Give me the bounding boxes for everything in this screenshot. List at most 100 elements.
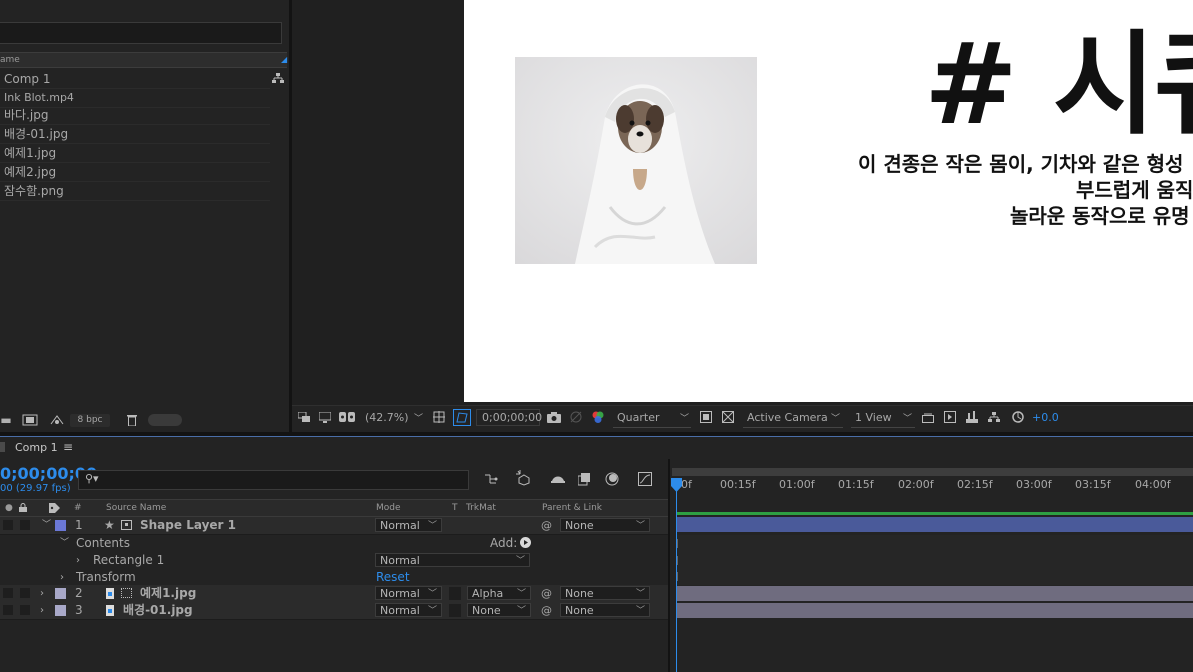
camera-dropdown[interactable]: Active Camera ﹀ <box>743 409 843 428</box>
project-item[interactable]: Comp 1 <box>0 70 270 89</box>
folder-icon[interactable]: ▬ <box>0 413 12 427</box>
playhead-icon[interactable] <box>671 478 682 492</box>
lock-toggle[interactable] <box>20 520 30 530</box>
mask-path-icon[interactable] <box>453 409 471 426</box>
add-property-button[interactable] <box>520 537 531 548</box>
comp-mini-flowchart-icon[interactable] <box>482 471 500 487</box>
comp-flowchart-icon[interactable] <box>987 410 1001 424</box>
blend-mode-dropdown[interactable]: Normal ﹀ <box>375 603 442 617</box>
fit-frame-icon[interactable] <box>432 410 446 424</box>
shape-layer-duration-bar[interactable] <box>677 517 1193 532</box>
pickwhip-icon[interactable]: @ <box>541 585 552 602</box>
layer-name[interactable]: 예제1.jpg <box>140 585 196 602</box>
view-layout-dropdown[interactable]: 1 View ﹀ <box>851 409 915 428</box>
label-color-swatch[interactable] <box>55 520 66 531</box>
source-name-column-header[interactable]: Source Name <box>106 500 166 516</box>
t-column-header[interactable]: T <box>452 500 458 516</box>
project-item[interactable]: 잠수함.png <box>0 182 270 201</box>
bpc-button[interactable]: 8 bpc <box>70 414 110 427</box>
chevron-right-icon[interactable]: › <box>40 585 44 602</box>
layer-name[interactable]: 배경-01.jpg <box>123 602 193 619</box>
interpret-footage-icon[interactable] <box>48 413 66 427</box>
layer-row[interactable]: › 2 예제1.jpg Normal ﹀ Alpha ﹀ @ None ﹀ <box>0 585 668 603</box>
project-item[interactable]: 바다.jpg <box>0 106 270 125</box>
fast-previews-icon[interactable] <box>943 410 957 424</box>
parent-dropdown[interactable]: None ﹀ <box>560 518 650 532</box>
pickwhip-icon[interactable]: @ <box>541 517 552 534</box>
video-toggle[interactable] <box>3 588 13 598</box>
av-features-header-icon[interactable]: ● <box>5 500 13 516</box>
camera-snapshot-icon[interactable] <box>546 410 562 424</box>
track-matte-dropdown[interactable]: Alpha ﹀ <box>467 586 531 600</box>
layer-name[interactable]: Shape Layer 1 <box>140 517 236 534</box>
mask-visibility-icon[interactable] <box>339 410 355 424</box>
project-item[interactable]: 예제2.jpg <box>0 163 270 182</box>
toggle-pixel-aspect-icon[interactable] <box>921 410 935 424</box>
draft-3d-icon[interactable] <box>515 469 533 487</box>
zoom-value[interactable]: (42.7%) <box>365 411 409 424</box>
track-matte-dropdown[interactable]: None ﹀ <box>467 603 531 617</box>
monitor-icon[interactable] <box>318 410 332 424</box>
layer-row[interactable]: ﹀ 1 ★ Shape Layer 1 Normal ﹀ @ None ﹀ <box>0 517 668 535</box>
transparency-grid-icon[interactable] <box>721 410 735 424</box>
always-preview-icon[interactable] <box>297 410 311 424</box>
parent-dropdown[interactable]: None ﹀ <box>560 603 650 617</box>
preserve-transparency-toggle[interactable] <box>449 587 461 600</box>
lock-icon[interactable] <box>19 500 27 518</box>
property-row[interactable]: › Rectangle 1 Normal ﹀ <box>0 552 668 570</box>
blend-mode-dropdown[interactable]: Normal ﹀ <box>375 518 442 532</box>
lock-toggle[interactable] <box>20 605 30 615</box>
frame-blending-icon[interactable] <box>576 471 594 487</box>
preserve-transparency-toggle[interactable] <box>449 604 461 617</box>
timeline-tab[interactable]: Comp 1 <box>15 441 58 454</box>
chevron-right-icon[interactable]: › <box>60 569 64 586</box>
new-comp-icon[interactable] <box>21 413 39 427</box>
resolution-dropdown[interactable]: Quarter ﹀ <box>613 409 691 428</box>
color-channels-icon[interactable] <box>590 410 606 424</box>
label-color-swatch[interactable] <box>55 605 66 616</box>
video-toggle[interactable] <box>3 520 13 530</box>
image-layer-duration-bar[interactable] <box>677 586 1193 601</box>
number-column-header[interactable]: # <box>74 500 82 516</box>
timeline-icon[interactable] <box>965 410 979 424</box>
sort-arrow-icon[interactable]: ◢ <box>281 53 287 67</box>
exposure-value[interactable]: +0.0 <box>1032 411 1059 424</box>
lock-toggle[interactable] <box>20 588 30 598</box>
zoom-chevron-icon[interactable]: ﹀ <box>414 411 423 424</box>
show-snapshot-icon[interactable] <box>568 410 584 424</box>
parent-dropdown[interactable]: None ﹀ <box>560 586 650 600</box>
blend-mode-dropdown[interactable]: Normal ﹀ <box>375 586 442 600</box>
shy-layers-icon[interactable] <box>549 471 567 487</box>
graph-editor-icon[interactable] <box>636 471 654 487</box>
project-item[interactable]: 예제1.jpg <box>0 144 270 163</box>
video-toggle[interactable] <box>3 605 13 615</box>
project-search-input[interactable] <box>0 22 282 44</box>
work-area-bar[interactable] <box>672 468 1193 476</box>
pickwhip-icon[interactable]: @ <box>541 602 552 619</box>
reset-exposure-icon[interactable] <box>1011 410 1025 424</box>
trkmat-column-header[interactable]: TrkMat <box>466 500 496 516</box>
chevron-down-icon[interactable]: ﹀ <box>60 535 69 552</box>
label-color-swatch[interactable] <box>55 588 66 599</box>
region-of-interest-icon[interactable] <box>699 410 713 424</box>
flowchart-icon[interactable] <box>270 70 286 86</box>
chevron-right-icon[interactable]: › <box>76 552 80 569</box>
reset-link[interactable]: Reset <box>376 569 410 586</box>
current-time-field[interactable]: 0;00;00;00 <box>476 409 542 426</box>
layer-row[interactable]: › 3 배경-01.jpg Normal ﹀ None ﹀ @ None ﹀ <box>0 602 668 620</box>
property-row[interactable]: ﹀ Contents Add: <box>0 535 668 553</box>
rectangle-blend-dropdown[interactable]: Normal ﹀ <box>375 553 530 567</box>
name-column-header[interactable]: ame <box>0 55 20 65</box>
project-item[interactable]: 배경-01.jpg <box>0 125 270 144</box>
timeline-search-input[interactable]: ⚲▾ <box>78 470 469 490</box>
motion-blur-icon[interactable] <box>603 471 621 487</box>
chevron-right-icon[interactable]: › <box>40 602 44 619</box>
comp-color-icon <box>0 442 5 452</box>
mode-column-header[interactable]: Mode <box>376 500 401 516</box>
chevron-down-icon[interactable]: ﹀ <box>42 517 51 534</box>
parent-column-header[interactable]: Parent & Link <box>542 500 602 516</box>
project-scrollbar[interactable] <box>148 414 182 426</box>
trash-icon[interactable] <box>125 413 139 427</box>
tab-menu-icon[interactable]: ≡ <box>63 440 73 454</box>
image-layer-duration-bar[interactable] <box>677 603 1193 618</box>
